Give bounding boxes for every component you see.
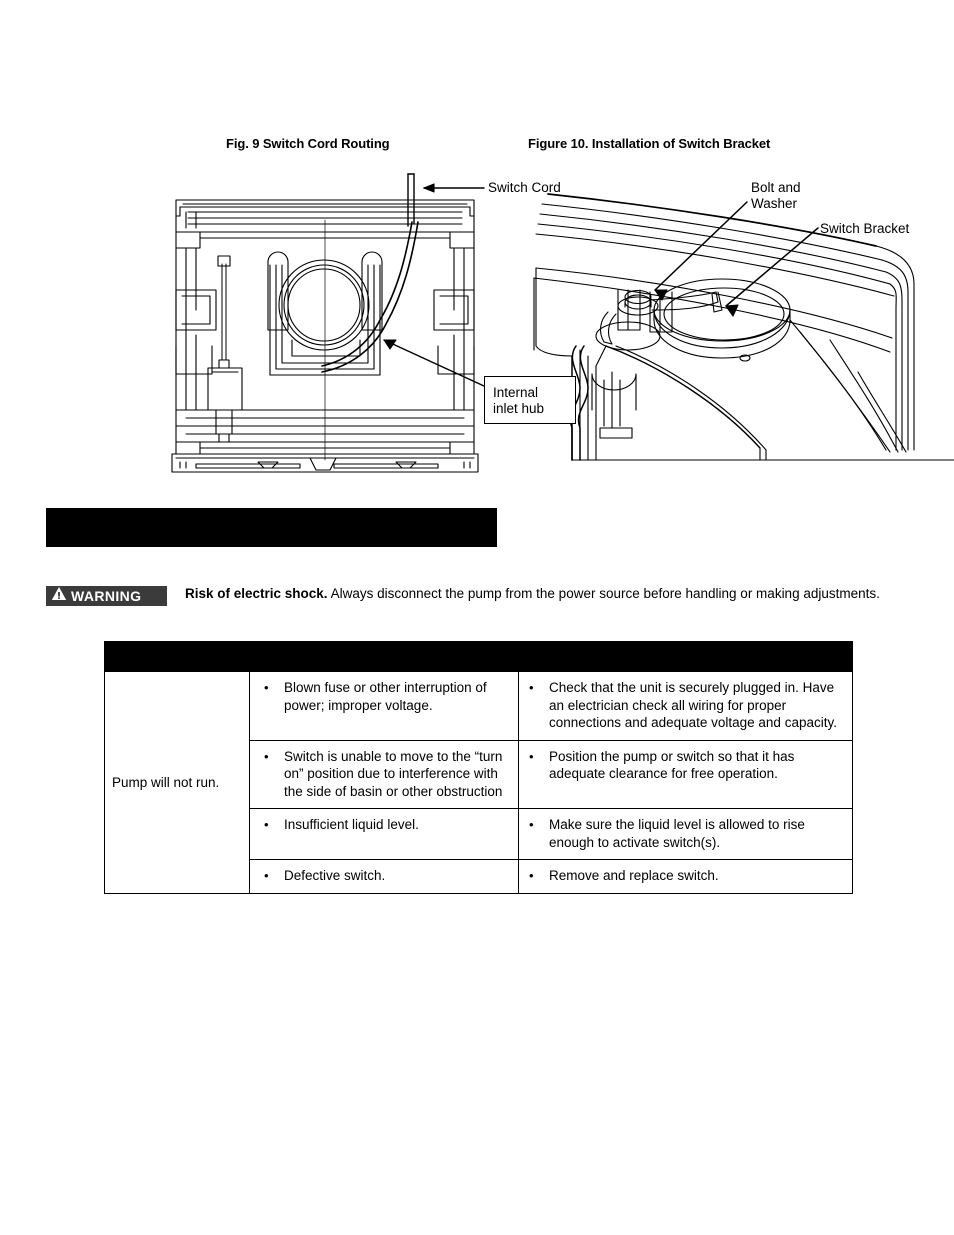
label-bolt-and-washer: Bolt and Washer <box>751 180 801 211</box>
remedy-text: Check that the unit is securely plugged … <box>549 680 837 730</box>
figures-region <box>0 160 954 490</box>
symptom-cell: Pump will not run. <box>104 671 250 894</box>
remedy-cell: • Check that the unit is securely plugge… <box>517 671 854 741</box>
bullet-glyph: • <box>529 680 534 695</box>
bullet-glyph: • <box>529 868 534 883</box>
troubleshooting-table: Pump will not run. • Blown fuse or other… <box>103 641 854 894</box>
remedy-text: Make sure the liquid level is allowed to… <box>549 817 805 850</box>
warning-badge: WARNING <box>46 586 167 606</box>
cause-cell: • Blown fuse or other interruption of po… <box>249 671 519 741</box>
warning-body-text: Always disconnect the pump from the powe… <box>330 586 880 601</box>
bullet-glyph: • <box>529 748 534 764</box>
technical-illustrations <box>171 173 954 473</box>
remedy-cell: • Remove and replace switch. <box>517 859 854 894</box>
bullet-glyph: • <box>264 868 269 883</box>
remedy-text: Position the pump or switch so that it h… <box>549 748 795 782</box>
section-heading-bar <box>46 508 497 547</box>
warning-triangle-icon <box>51 586 67 606</box>
remedy-cell: • Position the pump or switch so that it… <box>517 739 854 809</box>
cause-cell: • Defective switch. <box>249 859 519 894</box>
table-header-row <box>103 641 854 672</box>
figure-10-caption: Figure 10. Installation of Switch Bracke… <box>528 136 771 151</box>
warning-badge-label: WARNING <box>71 588 142 604</box>
fig9-basin-drawing <box>171 173 485 473</box>
cause-cell: • Switch is unable to move to the “turn … <box>249 739 519 809</box>
cause-text: Blown fuse or other interruption of powe… <box>284 680 487 713</box>
bullet-glyph: • <box>264 680 269 695</box>
label-internal-inlet-hub: Internal inlet hub <box>493 385 545 416</box>
label-switch-bracket: Switch Bracket <box>820 221 910 236</box>
cause-text: Switch is unable to move to the “turn on… <box>284 748 503 799</box>
bullet-glyph: • <box>529 817 534 832</box>
bullet-glyph: • <box>264 748 269 764</box>
table-row: Pump will not run. • Blown fuse or other… <box>104 671 854 894</box>
bullet-glyph: • <box>264 817 269 832</box>
warning-lead-text: Risk of electric shock. <box>185 586 328 601</box>
cause-cell: • Insufficient liquid level. <box>249 808 519 860</box>
cause-text: Defective switch. <box>284 868 386 883</box>
label-switch-cord: Switch Cord <box>488 180 561 195</box>
warning-text: Risk of electric shock. Always disconnec… <box>185 585 902 603</box>
figure-9-caption: Fig. 9 Switch Cord Routing <box>226 136 390 151</box>
manual-page: Fig. 9 Switch Cord Routing Figure 10. In… <box>0 0 954 1235</box>
cause-text: Insufficient liquid level. <box>284 817 419 832</box>
remedy-text: Remove and replace switch. <box>549 868 719 883</box>
table-body: Pump will not run. • Blown fuse or other… <box>104 671 854 894</box>
table-header-cell <box>103 641 854 672</box>
remedy-cell: • Make sure the liquid level is allowed … <box>517 808 854 860</box>
